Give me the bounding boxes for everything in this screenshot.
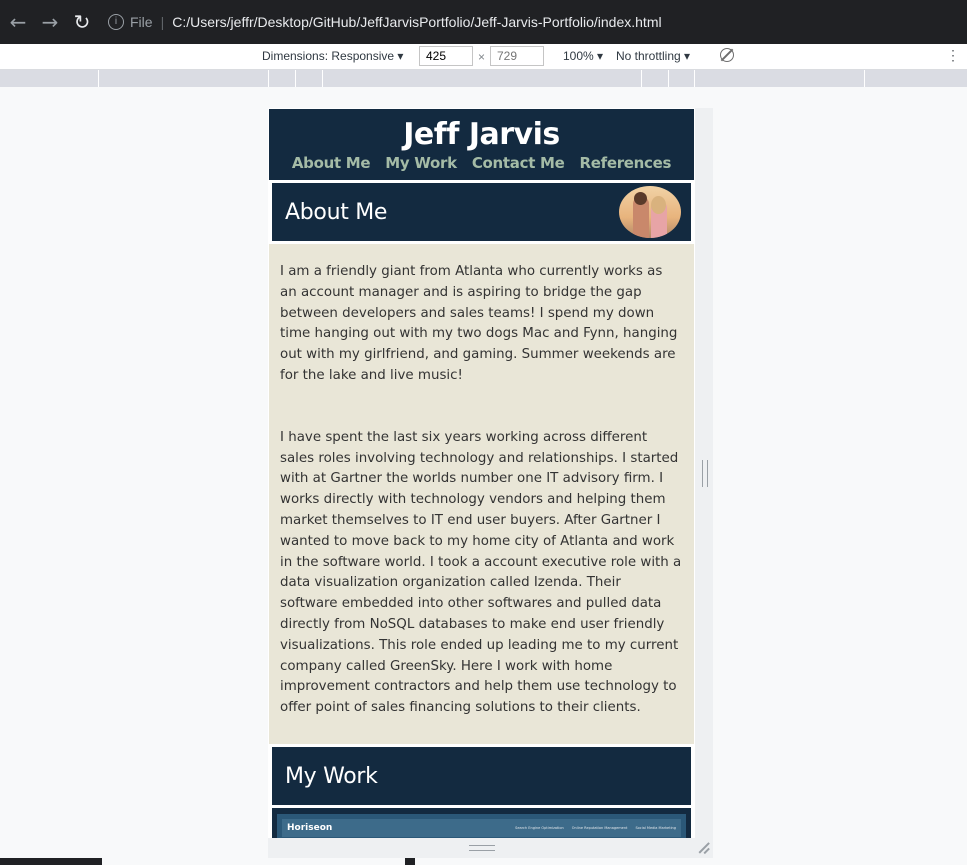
nav-link-my-work[interactable]: My Work (385, 154, 457, 172)
file-scheme-label: File (130, 14, 153, 30)
url-text[interactable]: C:/Users/jeffr/Desktop/GitHub/JeffJarvis… (172, 14, 661, 30)
project-preview-nav: Search Engine Optimization Online Reputa… (515, 826, 676, 830)
project-preview-header: Horiseon Search Engine Optimization Onli… (282, 819, 681, 837)
about-paragraph-2: I have spent the last six years working … (280, 429, 682, 716)
nav-link-references[interactable]: References (579, 154, 671, 172)
dimension-separator: × (478, 50, 486, 64)
device-viewport: Jeff Jarvis About Me My Work Contact Me … (268, 108, 695, 838)
about-paragraph-1: I am a friendly giant from Atlanta who c… (280, 264, 678, 383)
right-resize-handle-icon[interactable] (702, 460, 708, 487)
more-options-icon[interactable]: ⋮ (946, 47, 960, 64)
about-me-section-header: About Me (272, 183, 691, 241)
reload-icon[interactable]: ↻ (66, 10, 98, 34)
taskbar-fragment (405, 858, 415, 865)
address-bar[interactable]: i File | C:/Users/jeffr/Desktop/GitHub/J… (108, 14, 662, 30)
corner-resize-grip-icon[interactable] (698, 842, 710, 854)
address-separator: | (160, 14, 165, 30)
taskbar-fragment (0, 858, 102, 865)
dimensions-dropdown[interactable]: Dimensions: Responsive ▾ (262, 49, 403, 63)
zoom-dropdown[interactable]: 100% ▾ (563, 49, 603, 63)
width-input[interactable] (419, 46, 473, 66)
media-query-ruler[interactable] (0, 70, 967, 87)
preview-nav-item: Search Engine Optimization (515, 826, 564, 830)
back-arrow-icon[interactable]: ← (2, 10, 34, 34)
nav-link-contact-me[interactable]: Contact Me (472, 154, 565, 172)
site-nav: About Me My Work Contact Me References (269, 154, 694, 172)
preview-nav-item: Social Media Marketing (635, 826, 676, 830)
browser-toolbar: ← → ↻ i File | C:/Users/jeffr/Desktop/Gi… (0, 0, 967, 44)
device-toolbar: Dimensions: Responsive ▾ × 100% ▾ No thr… (0, 44, 967, 70)
my-work-heading: My Work (285, 763, 378, 789)
rotate-icon[interactable] (720, 48, 734, 62)
forward-arrow-icon[interactable]: → (34, 10, 66, 34)
preview-nav-item: Online Reputation Management (571, 826, 628, 830)
project-logo-text: Horiseon (287, 823, 333, 833)
site-title: Jeff Jarvis (403, 117, 560, 152)
site-header: Jeff Jarvis About Me My Work Contact Me … (269, 109, 694, 180)
nav-link-about-me[interactable]: About Me (292, 154, 371, 172)
info-icon[interactable]: i (108, 14, 124, 30)
about-me-body: I am a friendly giant from Atlanta who c… (269, 244, 694, 744)
bottom-resize-handle-icon[interactable] (469, 845, 495, 851)
about-me-heading: About Me (285, 199, 388, 225)
my-work-section-header: My Work (272, 747, 691, 805)
work-project-card[interactable]: Horiseon Search Engine Optimization Onli… (272, 808, 691, 838)
profile-photo (619, 186, 681, 238)
throttling-dropdown[interactable]: No throttling ▾ (616, 49, 690, 63)
height-input[interactable] (490, 46, 544, 66)
project-screenshot[interactable]: Horiseon Search Engine Optimization Onli… (277, 814, 686, 838)
